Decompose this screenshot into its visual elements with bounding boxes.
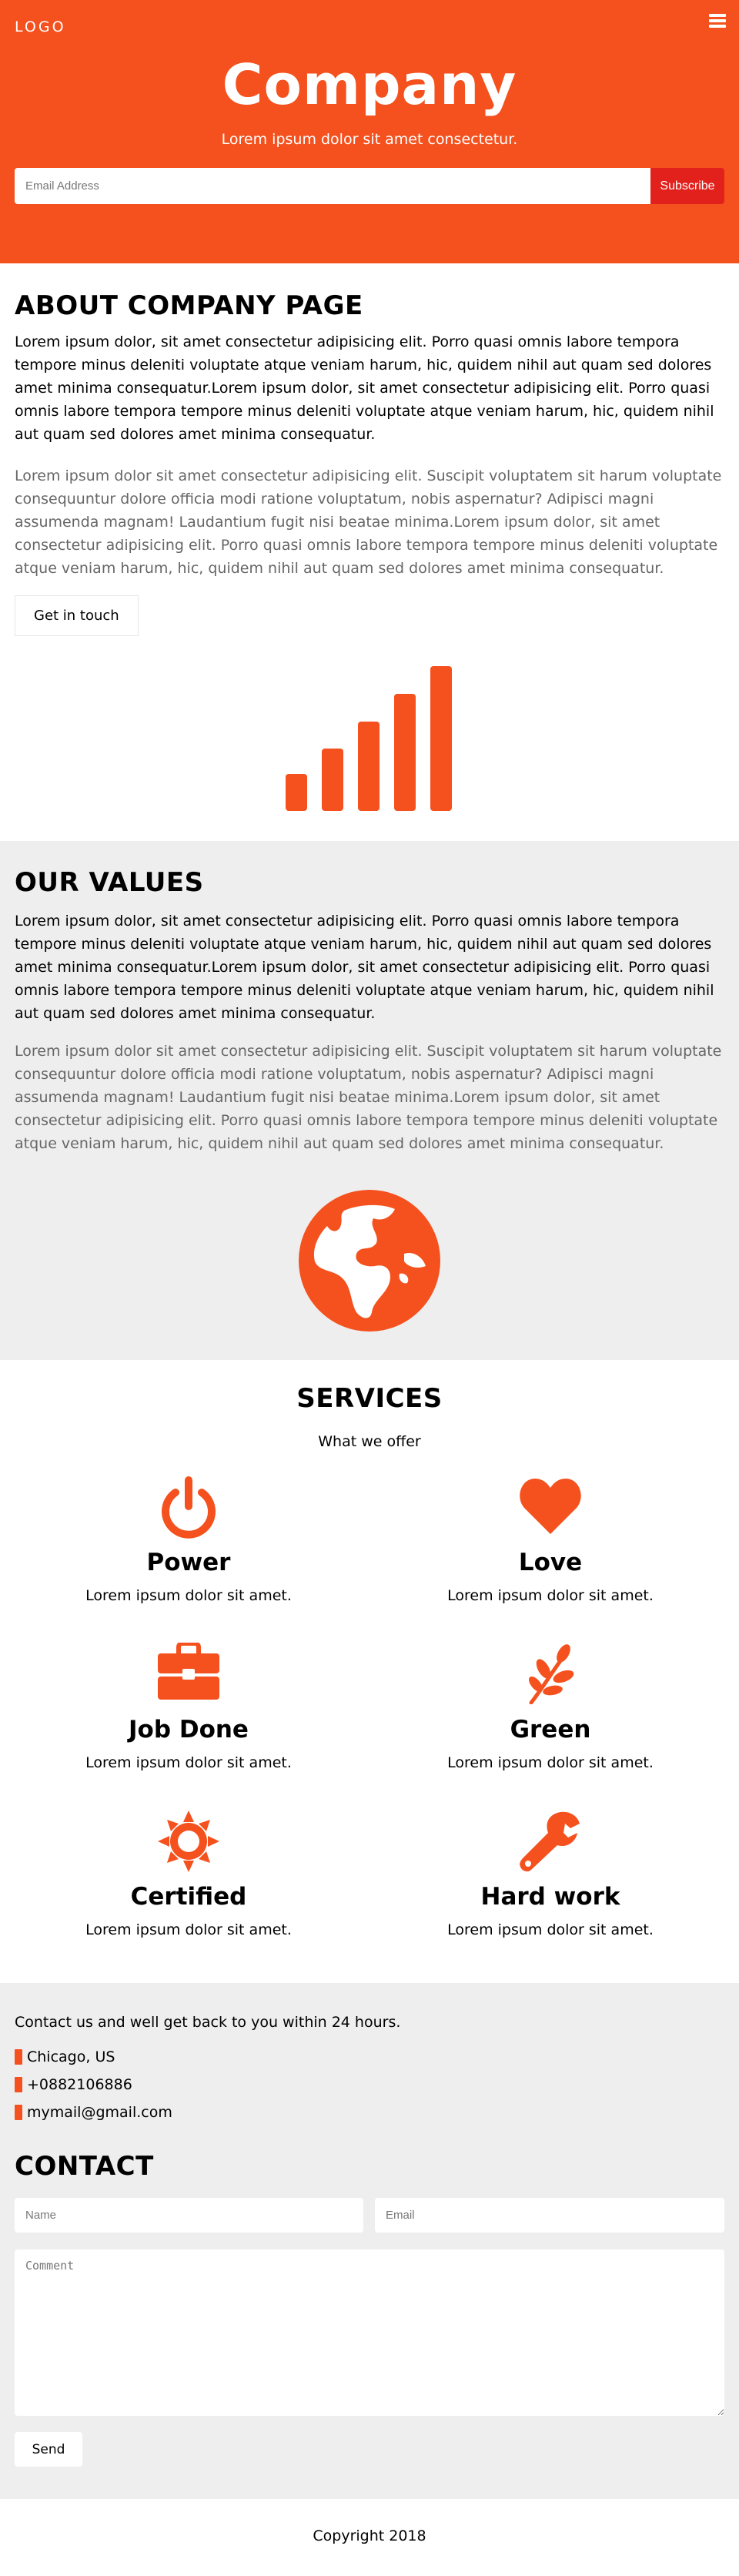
phone-icon [15, 2077, 22, 2092]
get-in-touch-button[interactable]: Get in touch [15, 595, 139, 636]
signal-bars-icon [286, 666, 452, 811]
values-section: OUR VALUES Lorem ipsum dolor, sit amet c… [0, 841, 739, 1360]
envelope-icon [15, 2105, 22, 2120]
about-paragraph-primary: Lorem ipsum dolor, sit amet consectetur … [15, 333, 714, 443]
service-item: Job Done Lorem ipsum dolor sit amet. [35, 1643, 343, 1771]
contact-location: Chicago, US [15, 2048, 115, 2065]
contact-intro: Contact us and well get back to you with… [15, 2014, 401, 2031]
contact-email: mymail@gmail.com [15, 2104, 172, 2121]
location-marker-icon [15, 2049, 22, 2065]
service-description: Lorem ipsum dolor sit amet. [447, 1921, 654, 1938]
services-section: SERVICES What we offer Power Lorem ipsum… [0, 1360, 739, 1983]
service-description: Lorem ipsum dolor sit amet. [85, 1921, 292, 1938]
service-description: Lorem ipsum dolor sit amet. [447, 1754, 654, 1771]
values-paragraph-primary: Lorem ipsum dolor, sit amet consectetur … [15, 913, 714, 1022]
service-name: Hard work [480, 1883, 620, 1911]
certificate-icon [158, 1811, 219, 1872]
comment-textarea[interactable] [15, 2249, 724, 2416]
values-heading: OUR VALUES [15, 867, 204, 898]
contact-heading: CONTACT [15, 2151, 154, 2182]
service-item: Love Lorem ipsum dolor sit amet. [396, 1476, 704, 1604]
contact-section: Contact us and well get back to you with… [0, 1983, 739, 2499]
service-name: Green [510, 1716, 591, 1744]
services-heading: SERVICES [296, 1383, 443, 1414]
email-text: mymail@gmail.com [27, 2104, 172, 2121]
service-name: Job Done [129, 1716, 249, 1744]
copyright-text: Copyright 2018 [313, 2527, 426, 2544]
service-item: Green Lorem ipsum dolor sit amet. [396, 1643, 704, 1771]
service-description: Lorem ipsum dolor sit amet. [85, 1587, 292, 1604]
globe-icon [299, 1190, 440, 1332]
location-text: Chicago, US [27, 2048, 115, 2065]
about-paragraph-secondary: Lorem ipsum dolor sit amet consectetur a… [15, 467, 722, 577]
service-item: Hard work Lorem ipsum dolor sit amet. [396, 1810, 704, 1938]
briefcase-icon [158, 1643, 219, 1700]
values-paragraph-secondary: Lorem ipsum dolor sit amet consectetur a… [15, 1043, 722, 1152]
send-button[interactable]: Send [15, 2432, 82, 2467]
service-name: Love [518, 1549, 583, 1576]
heart-icon [520, 1479, 581, 1534]
service-description: Lorem ipsum dolor sit amet. [447, 1587, 654, 1604]
service-item: Power Lorem ipsum dolor sit amet. [35, 1476, 343, 1604]
leaf-icon [529, 1644, 574, 1704]
email-field[interactable] [375, 2198, 724, 2233]
about-section: ABOUT COMPANY PAGE Lorem ipsum dolor, si… [0, 0, 739, 841]
name-field[interactable] [15, 2198, 363, 2233]
phone-text: +0882106886 [27, 2076, 132, 2093]
service-item: Certified Lorem ipsum dolor sit amet. [35, 1810, 343, 1938]
service-description: Lorem ipsum dolor sit amet. [85, 1754, 292, 1771]
about-heading: ABOUT COMPANY PAGE [15, 290, 363, 321]
wrench-icon [520, 1811, 580, 1872]
service-name: Power [146, 1549, 231, 1576]
services-subtitle: What we offer [318, 1433, 421, 1450]
power-icon [162, 1476, 216, 1539]
footer: Copyright 2018 [0, 2499, 739, 2576]
contact-phone: +0882106886 [15, 2076, 132, 2093]
service-name: Certified [130, 1883, 247, 1911]
